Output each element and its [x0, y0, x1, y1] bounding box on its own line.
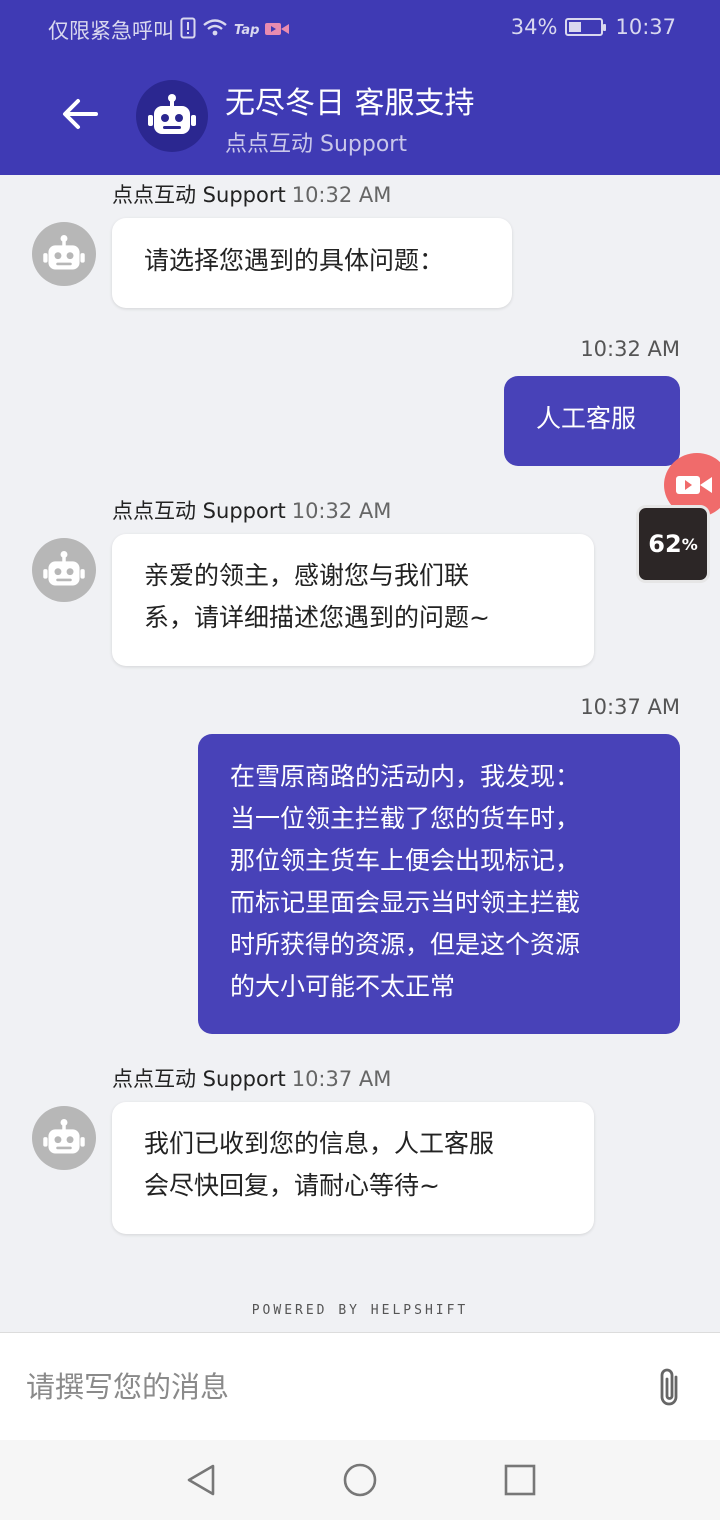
bot-avatar	[32, 222, 96, 286]
square-recents-icon	[504, 1464, 536, 1496]
floating-performance-widget[interactable]: 62%	[636, 505, 710, 583]
bot-avatar	[32, 1106, 96, 1170]
paperclip-icon	[660, 1368, 678, 1406]
robot-icon	[43, 235, 85, 270]
clock: 10:37	[615, 15, 676, 39]
message-line: 当一位领主拦截了您的货车时，	[230, 804, 581, 833]
wifi-icon	[202, 18, 228, 43]
message-time: 10:32 AM	[580, 337, 680, 361]
message-line: 时所获得的资源，但是这个资源	[230, 930, 581, 959]
message-line: 而标记里面会显示当时领主拦截	[230, 888, 581, 917]
nav-back-button[interactable]	[181, 1460, 221, 1500]
robot-icon	[148, 94, 196, 134]
message-line: 人工客服	[536, 404, 637, 433]
message-line: 系，请详细描述您遇到的问题~	[144, 603, 490, 632]
message-line: 我们已收到您的信息，人工客服	[144, 1129, 495, 1158]
user-message-bubble: 人工客服	[504, 376, 680, 466]
nav-recents-button[interactable]	[500, 1460, 540, 1500]
message-time: 10:37 AM	[291, 1067, 392, 1091]
battery-level	[569, 22, 582, 32]
attach-button[interactable]	[654, 1365, 686, 1409]
user-message-bubble: 在雪原商路的活动内，我发现： 当一位领主拦截了您的货车时， 那位领主货车上便会出…	[198, 734, 680, 1034]
sender-name: 点点互动 Support	[112, 183, 286, 207]
message-line: 那位领主货车上便会出现标记，	[230, 846, 581, 875]
message-time: 10:32 AM	[291, 499, 392, 523]
widget-unit: %	[681, 534, 698, 554]
sender-name: 点点互动 Support	[112, 1067, 286, 1091]
chat-thread[interactable]: 点点互动 Support 10:32 AM 请选择您遇到的具体问题： 10:32 …	[0, 175, 720, 1330]
message-composer	[0, 1332, 720, 1440]
message-input[interactable]	[26, 1359, 626, 1415]
header-avatar	[136, 80, 208, 152]
video-record-icon	[265, 18, 290, 42]
video-camera-icon	[676, 476, 712, 494]
bot-avatar	[32, 538, 96, 602]
status-bar: 仅限紧急呼叫 Tap 34% 10:37	[0, 0, 720, 58]
message-line: 会尽快回复，请耐心等待~	[144, 1171, 440, 1200]
battery-icon	[565, 18, 607, 36]
widget-value: 62	[648, 530, 682, 558]
message-time: 10:32 AM	[291, 183, 392, 207]
message-line: 请选择您遇到的具体问题：	[144, 246, 445, 275]
page-subtitle: 点点互动 Support	[225, 132, 407, 157]
sender-name: 点点互动 Support	[112, 499, 286, 523]
message-time: 10:37 AM	[580, 695, 680, 719]
triangle-back-icon	[187, 1464, 215, 1496]
robot-icon	[43, 1119, 85, 1154]
app-header: 仅限紧急呼叫 Tap 34% 10:37 无尽冬日 客服支持 点点互动 Supp…	[0, 0, 720, 175]
tap-label: Tap	[234, 22, 260, 38]
battery-percent: 34%	[510, 15, 558, 39]
robot-icon	[43, 551, 85, 586]
circle-home-icon	[343, 1463, 377, 1497]
message-meta: 点点互动 Support 10:32 AM	[112, 495, 391, 525]
arrow-left-icon	[63, 99, 98, 129]
nav-home-button[interactable]	[340, 1460, 380, 1500]
status-right: 34% 10:37	[511, 15, 676, 39]
bot-message-bubble: 我们已收到您的信息，人工客服 会尽快回复，请耐心等待~	[112, 1102, 594, 1234]
message-meta: 点点互动 Support 10:37 AM	[112, 1063, 391, 1093]
status-left: 仅限紧急呼叫 Tap	[48, 15, 290, 45]
message-meta: 点点互动 Support 10:32 AM	[112, 179, 391, 209]
message-line: 的大小可能不太正常	[230, 972, 456, 1001]
message-line: 亲爱的领主，感谢您与我们联	[144, 561, 470, 590]
powered-by-label: POWERED BY HELPSHIFT	[251, 1303, 469, 1318]
alert-sim-icon	[180, 17, 196, 44]
back-button[interactable]	[58, 92, 102, 136]
carrier-text: 仅限紧急呼叫	[48, 19, 174, 43]
system-nav-bar	[0, 1440, 720, 1520]
bot-message-bubble: 请选择您遇到的具体问题：	[112, 218, 512, 308]
bot-message-bubble: 亲爱的领主，感谢您与我们联 系，请详细描述您遇到的问题~	[112, 534, 594, 666]
message-line: 在雪原商路的活动内，我发现：	[230, 762, 581, 791]
page-title: 无尽冬日 客服支持	[225, 86, 475, 121]
